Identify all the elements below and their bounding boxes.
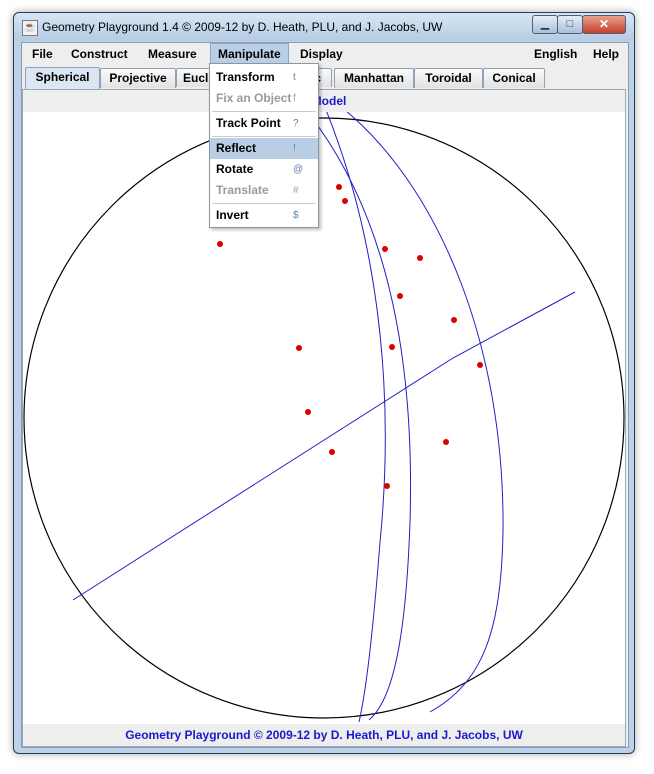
point[interactable] <box>336 184 342 190</box>
menu-item-fix-an-object[interactable]: Fix an Object f <box>210 88 318 109</box>
menu-help[interactable]: Help <box>586 43 626 65</box>
point[interactable] <box>477 362 483 368</box>
point[interactable] <box>443 439 449 445</box>
tab-conical[interactable]: Conical <box>483 68 545 88</box>
tab-toroidal[interactable]: Toroidal <box>414 68 483 88</box>
menu-display[interactable]: Display <box>293 43 350 65</box>
menu-separator <box>212 136 316 137</box>
menu-english[interactable]: English <box>527 43 584 65</box>
menu-item-shortcut: ! <box>293 143 296 154</box>
menu-item-label: Invert <box>216 208 249 222</box>
menu-separator <box>212 111 316 112</box>
tab-spherical[interactable]: Spherical <box>25 67 100 89</box>
close-button[interactable]: ✕ <box>582 15 626 34</box>
menu-item-shortcut: # <box>293 185 299 196</box>
menu-manipulate[interactable]: Manipulate <box>210 43 289 65</box>
point[interactable] <box>382 246 388 252</box>
point[interactable] <box>397 293 403 299</box>
sphere-boundary-circle <box>23 117 625 719</box>
geodesic-curve-inner <box>326 112 386 723</box>
menu-item-label: Rotate <box>216 162 254 176</box>
java-cup-icon: ☕ <box>22 20 38 36</box>
menu-item-shortcut: f <box>293 93 296 104</box>
point[interactable] <box>389 344 395 350</box>
drawing-canvas[interactable] <box>23 112 625 724</box>
menu-bar: File Construct Measure Manipulate Displa… <box>22 43 628 65</box>
menu-item-label: Track Point <box>216 116 281 130</box>
point[interactable] <box>329 449 335 455</box>
menu-construct[interactable]: Construct <box>64 43 135 65</box>
point-set <box>217 184 483 489</box>
manipulate-dropdown-menu: Transform t Fix an Object f Track Point … <box>209 63 319 228</box>
application-window: ☕ Geometry Playground 1.4 © 2009-12 by D… <box>13 12 635 754</box>
window-title: Geometry Playground 1.4 © 2009-12 by D. … <box>42 20 443 34</box>
minimize-button[interactable]: ▁ <box>532 15 558 34</box>
menu-item-rotate[interactable]: Rotate @ <box>210 159 318 180</box>
menu-separator <box>212 203 316 204</box>
title-bar[interactable]: ☕ Geometry Playground 1.4 © 2009-12 by D… <box>14 13 634 41</box>
client-area: File Construct Measure Manipulate Displa… <box>21 42 629 748</box>
menu-item-shortcut: ? <box>293 118 299 129</box>
point[interactable] <box>384 483 390 489</box>
model-label: e Model <box>23 90 625 112</box>
menu-item-label: Translate <box>216 183 269 197</box>
menu-item-shortcut: t <box>293 72 296 83</box>
tab-manhattan[interactable]: Manhattan <box>334 68 414 88</box>
footer-credits: Geometry Playground © 2009-12 by D. Heat… <box>23 724 625 746</box>
menu-item-shortcut: @ <box>293 164 304 175</box>
point[interactable] <box>296 345 302 351</box>
point[interactable] <box>417 255 423 261</box>
point[interactable] <box>305 409 311 415</box>
menu-item-reflect[interactable]: Reflect ! <box>210 138 318 159</box>
geometry-tab-bar: Spherical Projective Eucl ic Manhattan T… <box>22 65 628 89</box>
tab-projective[interactable]: Projective <box>100 68 176 88</box>
menu-item-label: Fix an Object <box>216 91 292 105</box>
great-circle-line <box>72 291 576 601</box>
maximize-button[interactable]: □ <box>557 15 583 34</box>
menu-item-label: Reflect <box>216 141 257 155</box>
menu-item-invert[interactable]: Invert $ <box>210 205 318 226</box>
point[interactable] <box>217 241 223 247</box>
menu-measure[interactable]: Measure <box>141 43 204 65</box>
menu-item-translate[interactable]: Translate # <box>210 180 318 201</box>
menu-file[interactable]: File <box>25 43 60 65</box>
geodesic-curve-outer <box>306 112 412 721</box>
menu-item-shortcut: $ <box>293 210 299 221</box>
geometry-panel: e Model Geometry Playground © 2009-12 by… <box>22 89 626 747</box>
menu-item-track-point[interactable]: Track Point ? <box>210 113 318 134</box>
menu-item-transform[interactable]: Transform t <box>210 67 318 88</box>
point[interactable] <box>451 317 457 323</box>
menu-item-label: Transform <box>216 70 275 84</box>
point[interactable] <box>342 198 348 204</box>
